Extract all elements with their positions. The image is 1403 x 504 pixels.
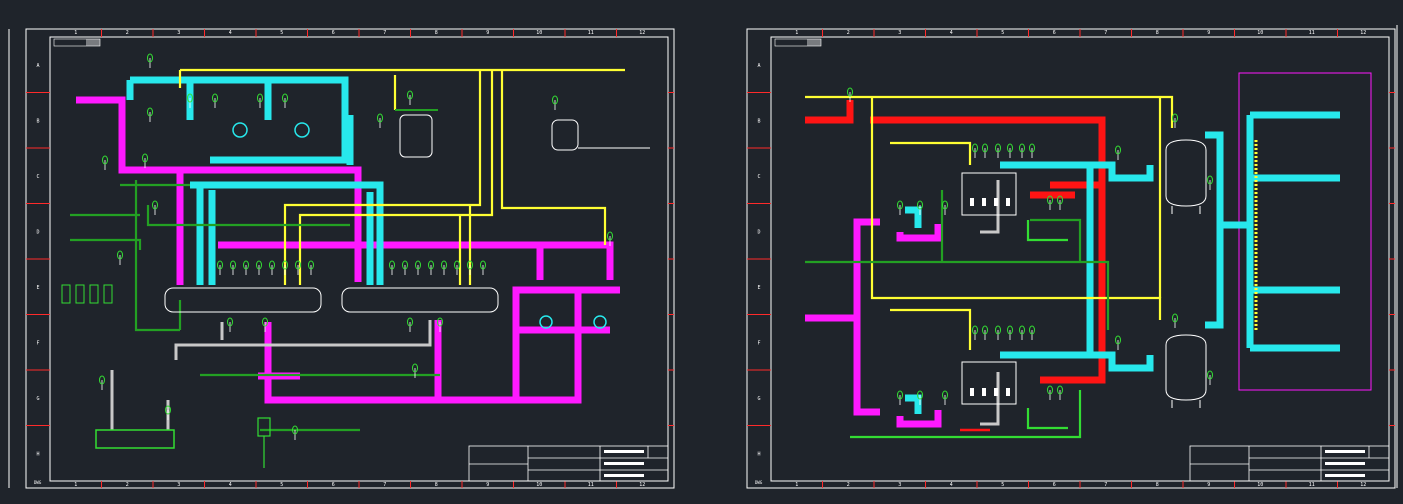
grid-col-label: 4: [950, 482, 953, 488]
grid-row-label: G: [36, 396, 39, 402]
drawing-canvas[interactable]: 112233445566778899101011111212ABCDEFGHDW…: [0, 0, 1403, 500]
grid-col-label: 12: [1360, 30, 1366, 36]
grid-col-label: 7: [383, 482, 386, 488]
grid-col-label: 4: [229, 30, 232, 36]
membrane-element: [1006, 388, 1010, 396]
grid-col-label: 9: [486, 30, 489, 36]
grid-col-label: 10: [1257, 30, 1263, 36]
membrane-element: [982, 198, 986, 206]
grid-col-label: 5: [1001, 482, 1004, 488]
grid-row-label: A: [36, 63, 39, 69]
grid-row-label: C: [36, 174, 39, 180]
grid-col-label: 7: [1104, 482, 1107, 488]
grid-row-label: G: [757, 396, 760, 402]
membrane-element: [970, 198, 974, 206]
grid-col-label: 9: [1207, 30, 1210, 36]
membrane-element: [1006, 198, 1010, 206]
grid-col-label: 7: [1104, 30, 1107, 36]
membrane-element: [970, 388, 974, 396]
grid-col-label: 6: [332, 30, 335, 36]
grid-col-label: 2: [847, 30, 850, 36]
grid-row-label: D: [36, 229, 39, 235]
grid-col-label: 9: [1207, 482, 1210, 488]
grid-col-label: 8: [1156, 482, 1159, 488]
grid-col-label: 1: [74, 30, 77, 36]
membrane-element: [994, 198, 998, 206]
grid-col-label: 10: [1257, 482, 1263, 488]
grid-col-label: 3: [177, 30, 180, 36]
grid-row-label: A: [757, 63, 760, 69]
grid-row-label: B: [757, 118, 760, 124]
cad-viewport[interactable]: 1 1 2 2 3 3 4 4 5 5 6 6 7 7 8 8 9 9 10 10 11 11 12 12 A B C D E F G H DW…: [0, 0, 1403, 500]
grid-col-label: 5: [280, 30, 283, 36]
grid-row-label: B: [36, 118, 39, 124]
grid-col-label: 10: [536, 30, 542, 36]
grid-row-label: H: [36, 451, 39, 457]
grid-col-label: 11: [588, 30, 594, 36]
grid-col-label: 11: [1309, 482, 1315, 488]
grid-row-label: F: [757, 340, 760, 346]
grid-col-label: 3: [177, 482, 180, 488]
grid-col-label: 10: [536, 482, 542, 488]
grid-col-label: 1: [795, 30, 798, 36]
grid-col-label: 8: [435, 30, 438, 36]
grid-col-label: 4: [950, 30, 953, 36]
grid-row-label: H: [757, 451, 760, 457]
grid-col-label: 11: [588, 482, 594, 488]
membrane-element: [982, 388, 986, 396]
grid-col-label: 5: [280, 482, 283, 488]
grid-col-label: 9: [486, 482, 489, 488]
grid-row-label: F: [36, 340, 39, 346]
grid-col-label: 2: [847, 482, 850, 488]
grid-col-label: 1: [795, 482, 798, 488]
grid-col-label: 3: [898, 482, 901, 488]
grid-col-label: 12: [639, 30, 645, 36]
sheet-tag: DWG: [34, 480, 42, 485]
grid-col-label: 3: [898, 30, 901, 36]
grid-col-label: 1: [74, 482, 77, 488]
grid-col-label: 8: [435, 482, 438, 488]
membrane-element: [994, 388, 998, 396]
grid-row-label: C: [757, 174, 760, 180]
grid-row-label: E: [757, 285, 760, 291]
grid-col-label: 12: [639, 482, 645, 488]
grid-col-label: 8: [1156, 30, 1159, 36]
grid-col-label: 6: [1053, 30, 1056, 36]
grid-col-label: 6: [332, 482, 335, 488]
grid-col-label: 2: [126, 30, 129, 36]
grid-col-label: 11: [1309, 30, 1315, 36]
grid-col-label: 7: [383, 30, 386, 36]
grid-col-label: 4: [229, 482, 232, 488]
grid-row-label: D: [757, 229, 760, 235]
grid-col-label: 6: [1053, 482, 1056, 488]
sheet-tag: DWG: [755, 480, 763, 485]
grid-col-label: 2: [126, 482, 129, 488]
grid-row-label: E: [36, 285, 39, 291]
grid-col-label: 5: [1001, 30, 1004, 36]
grid-col-label: 12: [1360, 482, 1366, 488]
